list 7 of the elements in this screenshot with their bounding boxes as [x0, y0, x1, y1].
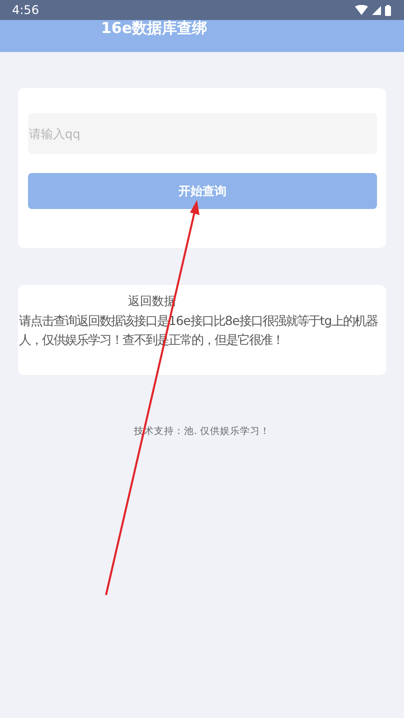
app-title: 16e数据库查绑	[101, 20, 208, 36]
battery-icon	[385, 4, 391, 16]
wifi-icon	[355, 5, 368, 15]
status-time: 4:56	[12, 3, 39, 17]
search-button[interactable]: 开始查询	[28, 173, 377, 209]
signal-icon	[372, 6, 381, 14]
qq-input-field[interactable]: 请输入qq	[28, 113, 377, 154]
